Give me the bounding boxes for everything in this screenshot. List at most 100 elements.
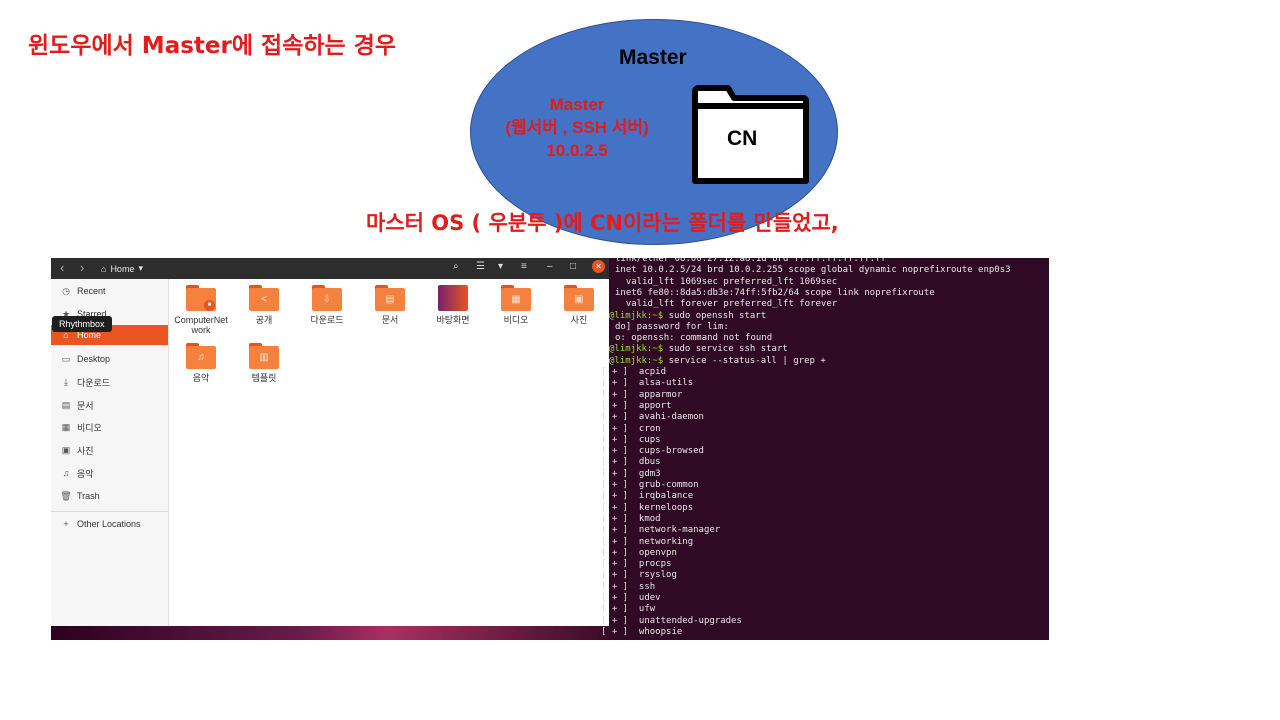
file-manager-header: ‹ › ⌂ Home ▾ ⌕ ☰ ▾ ≡ – □ ✕ xyxy=(51,258,611,279)
sidebar-item-trash[interactable]: 🗑 Trash xyxy=(51,486,168,506)
view-list-icon[interactable]: ☰ xyxy=(476,261,485,272)
slide-title: 윈도우에서 Master에 접속하는 경우 xyxy=(28,33,396,59)
status-marker: [ + ] xyxy=(601,502,629,513)
status-marker: [ + ] xyxy=(601,547,629,558)
terminal-text: sudo service ssh start xyxy=(663,344,788,355)
file-item-downloads[interactable]: ⇩ 다운로드 xyxy=(297,279,357,325)
status-marker: [ + ] xyxy=(601,480,629,490)
service-name: whoopsie xyxy=(628,626,683,637)
menu-icon[interactable]: ≡ xyxy=(521,261,527,272)
service-name: procps xyxy=(628,559,672,570)
service-name: irqbalance xyxy=(628,491,694,502)
service-status-line: [ + ] irqbalance xyxy=(601,491,693,502)
terminal-text: o: openssh: command not found xyxy=(615,333,773,344)
download-icon: ⤓ xyxy=(64,376,68,387)
tooltip: Rhythmbox xyxy=(52,316,112,332)
maximize-icon[interactable]: □ xyxy=(570,261,576,272)
sidebar-item-recent[interactable]: ◷ Recent xyxy=(51,281,168,301)
terminal-window[interactable]: link/ether 08:00:27:12:a8:1d brd ff:ff:f… xyxy=(601,258,1049,640)
service-name: cups xyxy=(628,434,661,445)
file-label: 공개 xyxy=(255,315,273,325)
terminal-text: do] password for lim: xyxy=(615,321,729,332)
sidebar-item-label: Other Locations xyxy=(77,519,141,529)
file-item-public[interactable]: < 공개 xyxy=(234,279,294,325)
terminal-line: link/ether 08:00:27:12:a8:1d brd ff:ff:f… xyxy=(615,258,886,265)
forward-arrow-icon[interactable]: › xyxy=(80,260,84,275)
terminal-text: inet6 fe80::8da5:db3e:74ff:5fb2/64 scope… xyxy=(615,287,935,298)
file-label: 다운로드 xyxy=(310,315,344,325)
sidebar-item-downloads[interactable]: ⤓ 다운로드 xyxy=(51,372,168,392)
sidebar-item-videos[interactable]: ▦ 비디오 xyxy=(51,417,168,437)
terminal-line: do] password for lim: xyxy=(615,322,729,333)
location-home-button[interactable]: ⌂ Home ▾ xyxy=(101,261,143,276)
file-item-computernetwork[interactable]: ■ ComputerNetwork xyxy=(171,279,231,335)
terminal-line: inet6 fe80::8da5:db3e:74ff:5fb2/64 scope… xyxy=(615,288,935,299)
ellipse-title: Master xyxy=(619,46,687,69)
status-marker: [ + ] xyxy=(601,615,629,626)
service-status-line: [ + ] kerneloops xyxy=(601,503,693,514)
service-status-line: [ + ] apport xyxy=(601,401,671,412)
service-status-line: [ + ] kmod xyxy=(601,514,661,525)
service-status-line: [ + ] unattended-upgrades xyxy=(601,616,742,627)
file-label: 바탕화면 xyxy=(436,315,470,325)
terminal-line: @limjkk:~$ sudo openssh start xyxy=(609,311,766,322)
file-item-pictures[interactable]: ▣ 사진 xyxy=(549,279,609,325)
file-item-documents[interactable]: ▤ 문서 xyxy=(360,279,420,325)
slide-caption: 마스터 OS ( 우분투 )에 CN이라는 폴더를 만들었고, xyxy=(366,211,839,235)
file-item-templates[interactable]: ▥ 템플릿 xyxy=(234,337,294,383)
folder-music-icon: ♫ xyxy=(186,343,216,369)
service-status-line: [ + ] openvpn xyxy=(601,548,677,559)
file-label: 템플릿 xyxy=(251,373,277,383)
service-name: udev xyxy=(628,593,661,603)
file-item-videos[interactable]: ▦ 비디오 xyxy=(486,279,546,325)
sidebar-item-pictures[interactable]: ▣ 사진 xyxy=(51,440,168,460)
close-icon[interactable]: ✕ xyxy=(592,260,605,273)
trash-icon: 🗑 xyxy=(60,490,72,501)
file-item-desktop[interactable]: 바탕화면 xyxy=(423,279,483,325)
master-info-name: Master xyxy=(549,95,605,114)
file-label: ComputerNetwork xyxy=(174,315,228,335)
sidebar-item-desktop[interactable]: ▭ Desktop xyxy=(51,349,168,369)
sidebar-item-label: Recent xyxy=(77,286,106,296)
desktop-folder-icon xyxy=(438,285,468,311)
document-icon: ▤ xyxy=(61,399,71,410)
file-label: 비디오 xyxy=(503,315,529,325)
minimize-icon[interactable]: – xyxy=(547,261,553,272)
status-marker: [ + ] xyxy=(601,446,629,457)
terminal-text: inet 10.0.2.5/24 brd 10.0.2.255 scope gl… xyxy=(615,265,1011,276)
folder-template-icon: ▥ xyxy=(249,343,279,369)
status-marker: [ + ] xyxy=(601,581,629,592)
view-options-icon[interactable]: ▾ xyxy=(498,261,503,272)
back-arrow-icon[interactable]: ‹ xyxy=(60,260,64,275)
status-marker: [ + ] xyxy=(601,434,629,445)
file-item-music[interactable]: ♫ 음악 xyxy=(171,337,231,383)
search-icon[interactable]: ⌕ xyxy=(453,261,459,272)
terminal-text: sudo openssh start xyxy=(663,310,767,321)
service-status-line: [ + ] grub-common xyxy=(601,480,699,491)
sidebar-item-documents[interactable]: ▤ 문서 xyxy=(51,395,168,415)
status-marker: [ + ] xyxy=(601,378,629,389)
service-status-line: [ + ] cups xyxy=(601,435,661,446)
service-status-line: [ + ] apparmor xyxy=(601,390,682,401)
sidebar-item-music[interactable]: ♫ 음악 xyxy=(51,463,168,483)
status-marker: [ + ] xyxy=(601,389,629,400)
sidebar-item-other-locations[interactable]: + Other Locations xyxy=(51,514,168,534)
service-name: network-manager xyxy=(628,525,721,536)
sidebar-item-label: Trash xyxy=(77,491,100,501)
status-marker: [ + ] xyxy=(601,536,629,547)
service-status-line: [ + ] network-manager xyxy=(601,525,720,536)
photo-icon: ▣ xyxy=(61,444,71,455)
service-name: openvpn xyxy=(628,547,677,558)
service-name: ssh xyxy=(628,581,656,592)
terminal-line: @limjkk:~$ service --status-all | grep + xyxy=(609,356,826,367)
service-status-line: [ + ] dbus xyxy=(601,457,661,468)
file-label: 문서 xyxy=(381,315,399,325)
terminal-text: valid_lft forever preferred_lft forever xyxy=(615,299,838,310)
service-name: apport xyxy=(628,400,672,411)
terminal-line: valid_lft 1069sec preferred_lft 1069sec xyxy=(615,277,837,288)
folder-video-icon: ▦ xyxy=(501,285,531,311)
status-marker: [ + ] xyxy=(601,570,629,581)
sidebar-item-label: Desktop xyxy=(77,354,111,364)
status-marker: [ + ] xyxy=(601,457,629,468)
status-marker: [ + ] xyxy=(601,626,629,637)
